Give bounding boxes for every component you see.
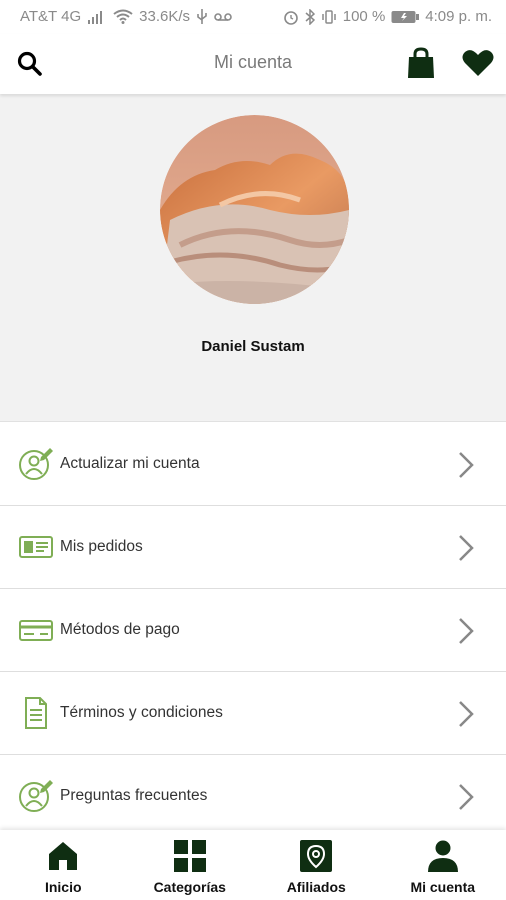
menu-item-label: Preguntas frecuentes xyxy=(60,787,208,804)
status-bar: AT&T 4G 33.6K/s 100 % 4:09 p. m. xyxy=(0,0,506,34)
orders-card-icon xyxy=(19,536,53,558)
account-menu: Actualizar mi cuenta Mis pedidos Métodos… xyxy=(0,423,506,838)
menu-item-label: Métodos de pago xyxy=(60,621,180,638)
location-badge-icon xyxy=(300,840,333,872)
signal-icon xyxy=(88,10,103,24)
app-bar: Mi cuenta xyxy=(0,34,506,94)
status-left: AT&T 4G 33.6K/s xyxy=(20,8,232,25)
menu-item-update-account[interactable]: Actualizar mi cuenta xyxy=(0,423,506,506)
chevron-right-icon xyxy=(459,701,474,727)
bluetooth-icon xyxy=(305,8,315,25)
menu-item-label: Términos y condiciones xyxy=(60,704,223,721)
chevron-right-icon xyxy=(459,618,474,644)
menu-item-payment-methods[interactable]: Métodos de pago xyxy=(0,589,506,672)
nav-item-affiliates[interactable]: Afiliados xyxy=(253,830,380,900)
chevron-right-icon xyxy=(459,535,474,561)
battery-icon xyxy=(391,10,420,23)
alarm-icon xyxy=(283,10,298,25)
user-edit-icon xyxy=(19,448,53,480)
voicemail-icon xyxy=(214,12,232,21)
carrier-label: AT&T 4G xyxy=(20,8,82,25)
user-edit-icon xyxy=(19,780,53,812)
clock: 4:09 p. m. xyxy=(425,8,492,25)
menu-item-label: Actualizar mi cuenta xyxy=(60,455,200,472)
profile-header: Daniel Sustam xyxy=(0,94,506,422)
nav-label: Categorías xyxy=(153,879,226,895)
menu-item-faq[interactable]: Preguntas frecuentes xyxy=(0,755,506,838)
document-icon xyxy=(25,697,47,729)
heart-icon[interactable] xyxy=(462,49,494,77)
bottom-nav: Inicio Categorías Afiliados Mi cuenta xyxy=(0,830,506,900)
vibrate-icon xyxy=(322,9,336,24)
profile-name: Daniel Sustam xyxy=(201,338,305,355)
battery-percent: 100 % xyxy=(342,8,386,25)
network-speed: 33.6K/s xyxy=(139,8,191,25)
nav-label: Inicio xyxy=(44,879,82,895)
nav-item-categories[interactable]: Categorías xyxy=(127,830,254,900)
credit-card-icon xyxy=(19,620,53,641)
wifi-icon xyxy=(113,9,133,24)
chevron-right-icon xyxy=(459,452,474,478)
person-icon xyxy=(427,840,458,872)
nav-label: Mi cuenta xyxy=(410,879,476,895)
status-right: 100 % 4:09 p. m. xyxy=(283,8,492,25)
grid-icon xyxy=(173,840,206,872)
menu-item-label: Mis pedidos xyxy=(60,538,143,555)
menu-item-terms[interactable]: Términos y condiciones xyxy=(0,672,506,755)
chevron-right-icon xyxy=(459,784,474,810)
nav-item-home[interactable]: Inicio xyxy=(0,830,127,900)
avatar[interactable] xyxy=(160,115,349,304)
nav-label: Afiliados xyxy=(286,879,346,895)
usb-icon xyxy=(197,8,207,24)
home-icon xyxy=(49,842,78,870)
menu-item-orders[interactable]: Mis pedidos xyxy=(0,506,506,589)
nav-item-my-account[interactable]: Mi cuenta xyxy=(380,830,506,900)
shopping-bag-icon[interactable] xyxy=(406,47,436,79)
